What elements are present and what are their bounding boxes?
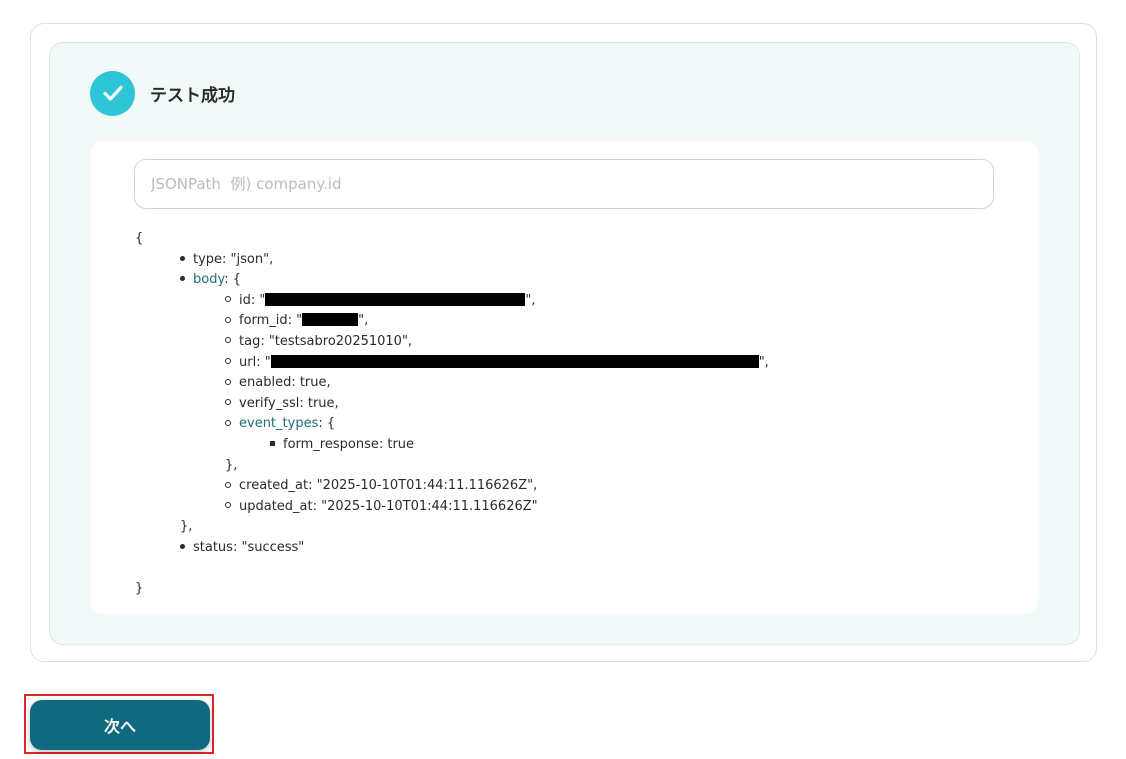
status-text: テスト成功 bbox=[150, 85, 235, 106]
json-output-card: { type: "json", body: { id: "", form_id:… bbox=[91, 141, 1038, 614]
jsonpath-input[interactable] bbox=[134, 159, 994, 209]
json-close-brace: } bbox=[135, 581, 144, 597]
json-body-close: }, bbox=[180, 519, 193, 535]
test-result-panel: テスト成功 { type: "json", body: { id: "", fo… bbox=[49, 42, 1080, 645]
circle-bullet bbox=[225, 316, 231, 323]
json-item-updated-at: updated_at: "2025-10-10T01:44:11.116626Z… bbox=[135, 497, 769, 518]
redacted-form-id bbox=[302, 313, 359, 327]
json-item-body[interactable]: body: { bbox=[135, 270, 769, 291]
json-item-form-id: form_id: " ", bbox=[135, 311, 769, 332]
json-event-types-close: }, bbox=[225, 457, 238, 473]
json-open-brace: { bbox=[135, 231, 144, 246]
circle-bullet bbox=[225, 419, 231, 426]
circle-bullet bbox=[225, 502, 231, 509]
redacted-url bbox=[270, 354, 759, 368]
circle-bullet bbox=[225, 399, 231, 406]
json-item-tag: tag: "testsabro20251010", bbox=[135, 332, 769, 353]
json-item-event-types[interactable]: event_types: { bbox=[135, 414, 769, 435]
disc-bullet bbox=[180, 543, 185, 549]
status-row: テスト成功 bbox=[90, 70, 235, 116]
json-item-status: status: "success" bbox=[135, 538, 769, 559]
json-item-enabled: enabled: true, bbox=[135, 373, 769, 394]
json-item-url: url: " ", bbox=[135, 353, 769, 374]
json-spacer bbox=[135, 559, 769, 580]
circle-bullet bbox=[225, 481, 231, 488]
json-item-verify-ssl: verify_ssl: true, bbox=[135, 394, 769, 415]
square-bullet bbox=[270, 440, 275, 446]
json-item-type: type: "json", bbox=[135, 250, 769, 271]
body-key[interactable]: body bbox=[193, 272, 224, 287]
check-icon bbox=[90, 70, 135, 116]
circle-bullet bbox=[225, 378, 231, 385]
disc-bullet bbox=[180, 276, 185, 282]
next-button-highlight: 次へ bbox=[24, 694, 214, 754]
json-tree: { type: "json", body: { id: " ", form_id:… bbox=[135, 229, 769, 600]
disc-bullet bbox=[180, 255, 185, 261]
circle-bullet bbox=[225, 296, 231, 303]
circle-bullet bbox=[225, 337, 231, 344]
next-button[interactable]: 次へ bbox=[30, 700, 210, 750]
circle-bullet bbox=[225, 358, 231, 365]
json-item-form-response: form_response: true bbox=[135, 435, 769, 456]
json-item-id: id: " ", bbox=[135, 291, 769, 312]
outer-card: テスト成功 { type: "json", body: { id: "", fo… bbox=[30, 23, 1097, 662]
event-types-key[interactable]: event_types bbox=[239, 416, 318, 431]
json-item-created-at: created_at: "2025-10-10T01:44:11.116626Z… bbox=[135, 476, 769, 497]
redacted-id bbox=[265, 292, 526, 306]
